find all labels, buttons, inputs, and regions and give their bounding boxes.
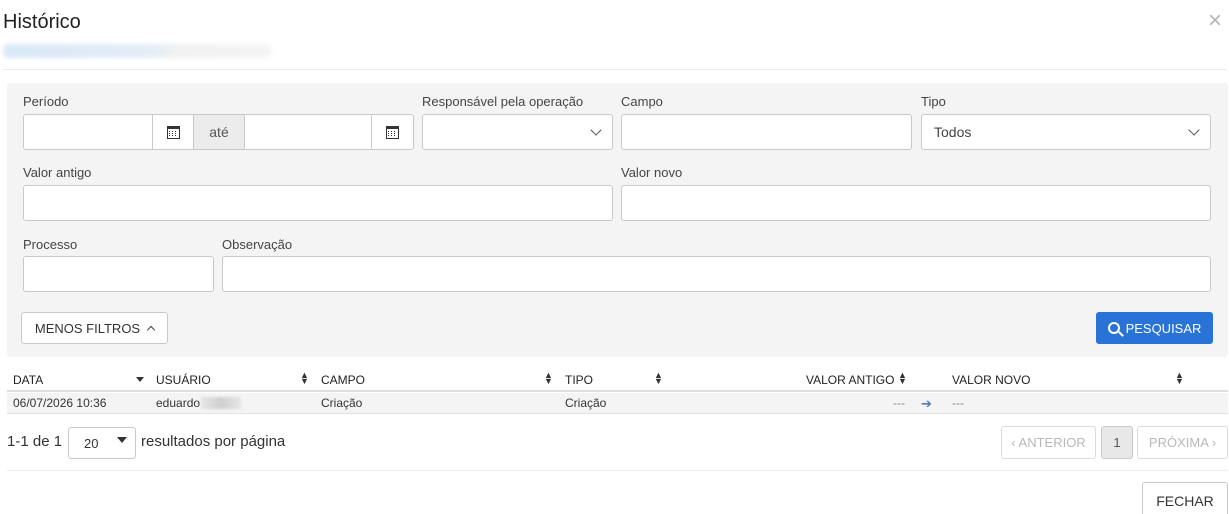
periodo-label: Período [23,94,69,109]
pesquisar-label: PESQUISAR [1125,320,1202,336]
per-page-suffix: resultados por página [141,433,286,450]
cell-data: 06/07/2026 10:36 [13,396,107,410]
tipo-select[interactable]: Todos [921,114,1211,150]
sort-icon[interactable]: ▲ ▼ [300,371,309,386]
chevron-up-icon [146,325,156,335]
record-subtitle-redacted [3,44,271,58]
campo-label: Campo [621,94,663,109]
menos-filtros-label: MENOS FILTROS [34,320,141,336]
cell-usuario-name: eduardo [156,396,201,410]
calendar-icon [166,125,180,139]
responsavel-label: Responsável pela operação [422,94,584,109]
periodo-end-calendar-button[interactable] [371,115,412,149]
periodo-start-calendar-button[interactable] [152,115,193,149]
column-header-data[interactable]: DATA [13,373,43,387]
table-header: DATA USUÁRIO ▲ ▼ CAMPO ▲ ▼ TIPO ▲ ▼ VALOR A… [7,368,1228,392]
cell-usuario: eduardo [156,396,242,410]
fechar-button[interactable]: FECHAR [1142,482,1228,514]
observacao-label: Observação [222,237,293,252]
previous-page-button[interactable]: ‹ ANTERIOR [1001,426,1096,459]
search-icon [1107,322,1120,334]
column-header-campo[interactable]: CAMPO [321,373,365,387]
tipo-select-value: Todos [934,124,972,140]
valor-novo-label: Valor novo [621,165,683,180]
next-page-button[interactable]: PRÓXIMA › [1137,426,1228,459]
periodo-end-input[interactable] [244,115,371,149]
column-header-usuario[interactable]: USUÁRIO [156,373,211,387]
arrow-right-icon: ➔ [921,396,932,411]
responsavel-select[interactable] [422,114,613,150]
sort-icon[interactable]: ▲ ▼ [1175,371,1184,386]
sort-icon[interactable]: ▲ ▼ [654,371,663,386]
column-header-tipo[interactable]: TIPO [565,373,593,387]
results-range: 1-1 de 1 [7,433,63,450]
pesquisar-button[interactable]: PESQUISAR [1096,312,1213,344]
page-1-button[interactable]: 1 [1101,426,1133,459]
cell-valor-antigo: --- [893,396,905,410]
chevron-down-icon [1188,124,1200,136]
chevron-down-icon [590,124,602,136]
sort-icon[interactable]: ▲ ▼ [544,371,553,386]
valor-antigo-input[interactable] [23,185,613,221]
modal-title: Histórico [3,11,81,33]
tipo-label: Tipo [921,94,946,109]
processo-input[interactable] [23,256,214,292]
valor-antigo-label: Valor antigo [23,165,92,180]
processo-label: Processo [23,237,78,252]
sort-desc-icon[interactable] [136,377,144,382]
valor-novo-input[interactable] [621,185,1211,221]
periodo-date-range: até [23,114,414,150]
footer-divider [7,470,1228,471]
calendar-icon [385,125,399,139]
column-header-valor-antigo[interactable]: VALOR ANTIGO [806,373,894,387]
observacao-input[interactable] [222,256,1211,292]
header-divider [3,69,1226,70]
chevron-down-icon [117,437,127,443]
menos-filtros-button[interactable]: MENOS FILTROS [21,312,168,344]
sort-icon[interactable]: ▲ ▼ [898,371,907,386]
cell-campo: Criação [321,396,363,410]
periodo-start-input[interactable] [24,115,152,149]
usuario-redacted [201,397,242,409]
campo-input[interactable] [621,114,912,150]
column-header-valor-novo[interactable]: VALOR NOVO [952,373,1030,387]
table-row: 06/07/2026 10:36 eduardo Criação Criação… [7,393,1228,414]
cell-tipo: Criação [565,396,607,410]
filter-panel: Período até Responsável pela operação Ca… [7,83,1228,357]
close-icon[interactable]: × [1204,9,1226,33]
per-page-value: 20 [84,436,99,451]
cell-valor-novo: --- [952,396,964,410]
per-page-select[interactable]: 20 [68,427,136,459]
ate-addon: até [193,115,244,149]
